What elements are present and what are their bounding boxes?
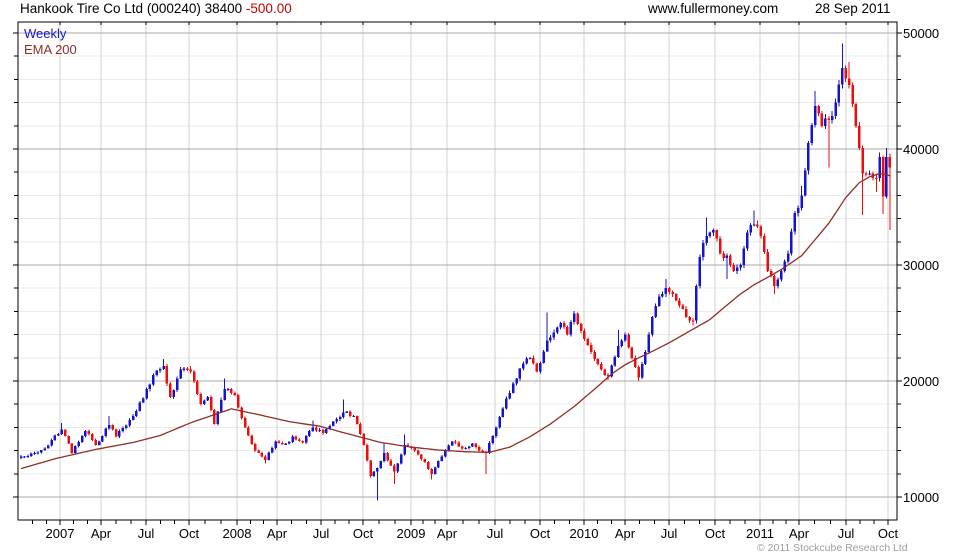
grid-layer (18, 22, 897, 520)
x-tick-label-12-2010: 2010 (569, 526, 599, 541)
y-tick-label-30000: 30000 (903, 257, 940, 273)
copyright-notice: © 2011 Stockcube Research Ltd (757, 542, 908, 554)
x-tick-label-4-2008: 2008 (222, 526, 252, 541)
x-tick-label-0-2007: 2007 (45, 526, 75, 541)
x-tick-label-16-2011: 2011 (746, 526, 774, 541)
x-tick-label-18-Jul: Jul (837, 526, 855, 541)
x-tick-label-11-Oct: Oct (529, 526, 551, 541)
legend-ema200: EMA 200 (24, 42, 77, 57)
x-tick-label-2-Jul: Jul (137, 526, 155, 541)
x-tick-label-1-Apr: Apr (90, 526, 112, 541)
y-tick-label-20000: 20000 (903, 373, 940, 389)
y-tick-label-40000: 40000 (903, 141, 940, 157)
x-tick-label-14-Jul: Jul (660, 526, 678, 541)
x-tick-label-7-Oct: Oct (352, 526, 374, 541)
y-tick-label-50000: 50000 (903, 25, 940, 41)
price-chart (13, 21, 902, 525)
x-tick-label-13-Apr: Apr (614, 526, 636, 541)
y-tick-label-10000: 10000 (903, 489, 940, 505)
legend-weekly: Weekly (24, 26, 67, 41)
chart-page: Hankook Tire Co Ltd (000240) 38400 -500.… (0, 0, 980, 560)
x-tick-label-17-Apr: Apr (788, 526, 810, 541)
x-tick-label-10-Jul: Jul (486, 526, 504, 541)
x-tick-label-6-Jul: Jul (312, 526, 330, 541)
x-tick-label-19-Oct: Oct (877, 526, 899, 541)
x-tick-label-9-Apr: Apr (436, 526, 458, 541)
x-tick-label-15-Oct: Oct (704, 526, 726, 541)
axis-frame (17, 21, 898, 521)
x-tick-label-5-Apr: Apr (266, 526, 288, 541)
x-tick-label-3-Oct: Oct (178, 526, 200, 541)
chart-legend: Weekly EMA 200 (24, 26, 77, 58)
